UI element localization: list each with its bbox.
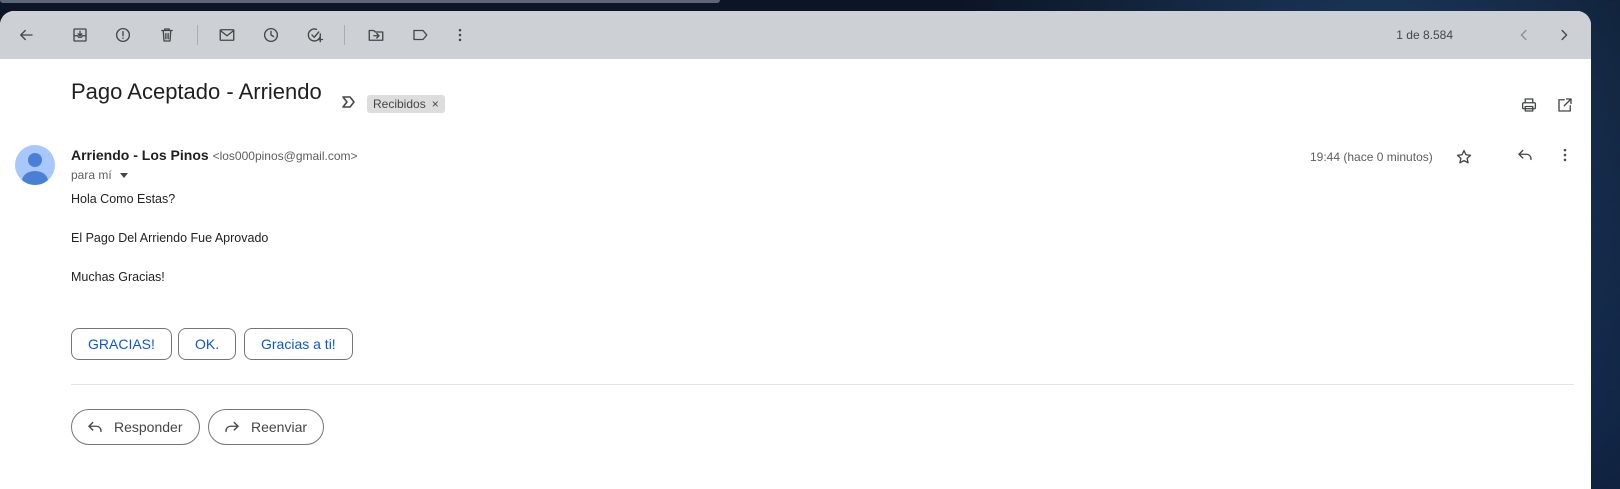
- open-new-window-button[interactable]: [1554, 94, 1576, 116]
- delete-button[interactable]: [155, 23, 179, 47]
- smart-reply-button[interactable]: GRACIAS!: [71, 328, 172, 360]
- toolbar-divider: [344, 25, 345, 45]
- window-edge: [0, 0, 720, 3]
- important-marker-icon[interactable]: [341, 94, 357, 110]
- more-vert-icon: [1563, 148, 1567, 162]
- toolbar: 1 de 8.584: [0, 11, 1591, 59]
- more-vert-icon: [458, 28, 462, 42]
- archive-icon: [73, 28, 87, 42]
- reply-button[interactable]: [1514, 144, 1536, 166]
- remove-label-button[interactable]: ×: [432, 97, 439, 111]
- report-spam-button[interactable]: [111, 23, 135, 47]
- label-button[interactable]: [408, 23, 432, 47]
- body-line: El Pago Del Arriendo Fue Aprovado: [71, 231, 269, 245]
- recipient-line: para mí: [71, 168, 128, 182]
- back-arrow-icon: [20, 29, 33, 41]
- forward-icon: [225, 421, 239, 433]
- older-button[interactable]: [1552, 23, 1576, 47]
- person-icon: [22, 153, 48, 185]
- sender-info: Arriendo - Los Pinos <los000pinos@gmail.…: [71, 147, 358, 163]
- smart-reply-button[interactable]: Gracias a ti!: [244, 328, 353, 360]
- email-subject: Pago Aceptado - Arriendo: [71, 79, 322, 104]
- forward-action-label: Reenviar: [251, 419, 308, 435]
- recipient-text: para mí: [71, 168, 112, 182]
- show-details-caret-icon[interactable]: [119, 172, 128, 178]
- mark-unread-button[interactable]: [215, 23, 239, 47]
- label-icon: [413, 29, 428, 41]
- pager-count: 1 de 8.584: [1396, 28, 1453, 42]
- move-to-button[interactable]: [364, 23, 388, 47]
- chevron-left-icon: [1520, 29, 1527, 41]
- star-button[interactable]: [1453, 146, 1475, 168]
- smart-reply-button[interactable]: OK.: [178, 328, 237, 360]
- reply-action-label: Responder: [114, 419, 183, 435]
- add-task-icon: [307, 28, 324, 43]
- divider: [71, 384, 1574, 385]
- newer-button[interactable]: [1512, 23, 1536, 47]
- email-time: 19:44 (hace 0 minutos): [1310, 150, 1433, 164]
- open-new-window-icon: [1558, 98, 1572, 112]
- more-options-button[interactable]: [448, 23, 472, 47]
- archive-button[interactable]: [68, 23, 92, 47]
- body-line: Muchas Gracias!: [71, 270, 165, 284]
- message-more-button[interactable]: [1554, 144, 1576, 166]
- sender-email: <los000pinos@gmail.com>: [212, 149, 358, 163]
- back-button[interactable]: [14, 23, 38, 47]
- reply-action-button[interactable]: Responder: [71, 409, 200, 445]
- report-spam-icon: [115, 27, 131, 43]
- body-line: Hola Como Estas?: [71, 192, 176, 206]
- add-task-button[interactable]: [303, 23, 327, 47]
- label-chip-inbox: Recibidos ×: [367, 95, 445, 113]
- forward-action-button[interactable]: Reenviar: [208, 409, 325, 445]
- print-button[interactable]: [1518, 94, 1540, 116]
- delete-icon: [161, 28, 173, 42]
- star-icon: [1456, 149, 1472, 164]
- reply-icon: [1518, 149, 1532, 161]
- snooze-button[interactable]: [259, 23, 283, 47]
- email-view: 1 de 8.584 Pago Aceptado - Arriendo Reci…: [0, 11, 1591, 489]
- sender-name: Arriendo - Los Pinos: [71, 147, 209, 163]
- label-chip-text: Recibidos: [373, 97, 426, 111]
- snooze-icon: [263, 27, 279, 43]
- mark-unread-icon: [219, 29, 235, 41]
- toolbar-divider: [197, 25, 198, 45]
- sender-avatar[interactable]: [15, 145, 55, 185]
- move-to-icon: [368, 29, 384, 41]
- print-icon: [1521, 98, 1537, 112]
- chevron-right-icon: [1561, 29, 1568, 41]
- reply-icon: [88, 421, 102, 433]
